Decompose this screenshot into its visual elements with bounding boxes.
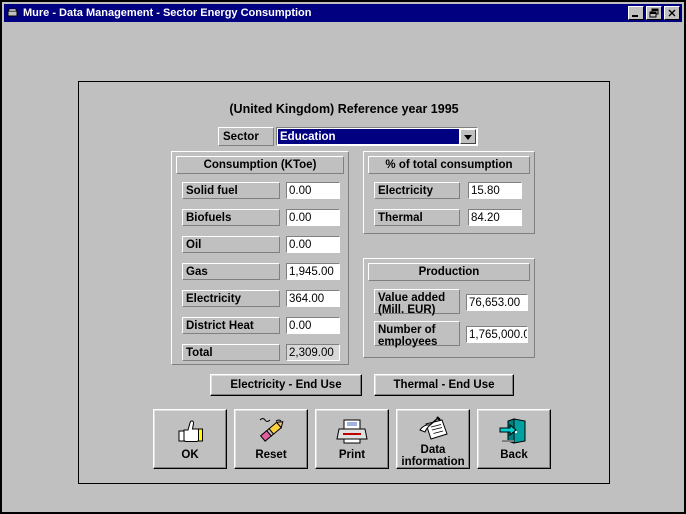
window-controls xyxy=(628,6,680,20)
sector-combobox-value: Education xyxy=(278,129,459,144)
label-total: Total xyxy=(182,344,280,361)
row-electricity: Electricity 364.00 xyxy=(182,290,340,307)
label-district-heat: District Heat xyxy=(182,317,280,334)
label-value-added: Value added (Mill. EUR) xyxy=(374,289,460,316)
sector-label: Sector xyxy=(218,127,274,146)
label-percent-thermal: Thermal xyxy=(374,209,460,226)
percent-of-total-panel: % of total consumption Electricity 15.80… xyxy=(363,151,535,234)
notepad-pen-icon xyxy=(416,415,450,442)
label-solid-fuel: Solid fuel xyxy=(182,182,280,199)
row-number-of-employees: Number of employees 1,765,000.0 xyxy=(374,321,528,348)
restore-icon[interactable] xyxy=(646,6,662,20)
client-area: (United Kingdom) Reference year 1995 Sec… xyxy=(4,22,682,512)
chevron-down-icon[interactable] xyxy=(460,129,476,144)
window-title: Mure - Data Management - Sector Energy C… xyxy=(23,7,312,19)
back-button-label: Back xyxy=(500,449,528,461)
input-gas[interactable]: 1,945.00 xyxy=(286,263,340,280)
minimize-icon[interactable] xyxy=(628,6,644,20)
row-percent-electricity: Electricity 15.80 xyxy=(374,182,522,199)
input-electricity[interactable]: 364.00 xyxy=(286,290,340,307)
input-percent-electricity[interactable]: 15.80 xyxy=(468,182,522,199)
input-oil[interactable]: 0.00 xyxy=(286,236,340,253)
input-total: 2,309.00 xyxy=(286,344,340,361)
reset-button-label: Reset xyxy=(255,449,287,461)
application-window: Mure - Data Management - Sector Energy C… xyxy=(0,0,686,514)
input-value-added[interactable]: 76,653.00 xyxy=(466,294,528,311)
input-solid-fuel[interactable]: 0.00 xyxy=(286,182,340,199)
row-solid-fuel: Solid fuel 0.00 xyxy=(182,182,340,199)
row-percent-thermal: Thermal 84.20 xyxy=(374,209,522,226)
pencil-eraser-icon xyxy=(254,415,288,447)
label-percent-electricity: Electricity xyxy=(374,182,460,199)
label-biofuels: Biofuels xyxy=(182,209,280,226)
print-button-label: Print xyxy=(338,449,366,461)
production-panel-title: Production xyxy=(368,263,530,281)
print-button[interactable]: Print xyxy=(315,409,389,469)
exit-door-icon xyxy=(498,415,530,447)
label-gas: Gas xyxy=(182,263,280,280)
close-icon[interactable] xyxy=(664,6,680,20)
printer-icon xyxy=(335,415,369,447)
consumption-panel: Consumption (KToe) Solid fuel 0.00 Biofu… xyxy=(171,151,349,365)
main-panel: (United Kingdom) Reference year 1995 Sec… xyxy=(78,81,610,484)
consumption-panel-title: Consumption (KToe) xyxy=(176,156,344,174)
page-title: (United Kingdom) Reference year 1995 xyxy=(229,102,459,116)
production-panel: Production Value added (Mill. EUR) 76,65… xyxy=(363,258,535,358)
row-total: Total 2,309.00 xyxy=(182,344,340,361)
sector-selector: Sector Education xyxy=(218,127,478,146)
ok-button-label: OK xyxy=(181,449,199,461)
input-number-of-employees[interactable]: 1,765,000.0 xyxy=(466,326,528,343)
data-information-button-label: Data information xyxy=(401,444,465,468)
app-icon xyxy=(6,6,20,20)
label-oil: Oil xyxy=(182,236,280,253)
label-number-of-employees: Number of employees xyxy=(374,321,460,348)
thermal-end-use-button[interactable]: Thermal - End Use xyxy=(374,374,514,396)
row-district-heat: District Heat 0.00 xyxy=(182,317,340,334)
input-biofuels[interactable]: 0.00 xyxy=(286,209,340,226)
ok-button[interactable]: OK xyxy=(153,409,227,469)
row-oil: Oil 0.00 xyxy=(182,236,340,253)
percent-of-total-panel-title: % of total consumption xyxy=(368,156,530,174)
input-percent-thermal[interactable]: 84.20 xyxy=(468,209,522,226)
back-button[interactable]: Back xyxy=(477,409,551,469)
data-information-button[interactable]: Data information xyxy=(396,409,470,469)
row-biofuels: Biofuels 0.00 xyxy=(182,209,340,226)
thumbs-up-icon xyxy=(175,415,205,447)
sector-combobox[interactable]: Education xyxy=(276,127,478,146)
electricity-end-use-button[interactable]: Electricity - End Use xyxy=(210,374,362,396)
label-electricity: Electricity xyxy=(182,290,280,307)
reset-button[interactable]: Reset xyxy=(234,409,308,469)
row-value-added: Value added (Mill. EUR) 76,653.00 xyxy=(374,289,528,316)
input-district-heat[interactable]: 0.00 xyxy=(286,317,340,334)
row-gas: Gas 1,945.00 xyxy=(182,263,340,280)
title-bar: Mure - Data Management - Sector Energy C… xyxy=(4,4,682,22)
